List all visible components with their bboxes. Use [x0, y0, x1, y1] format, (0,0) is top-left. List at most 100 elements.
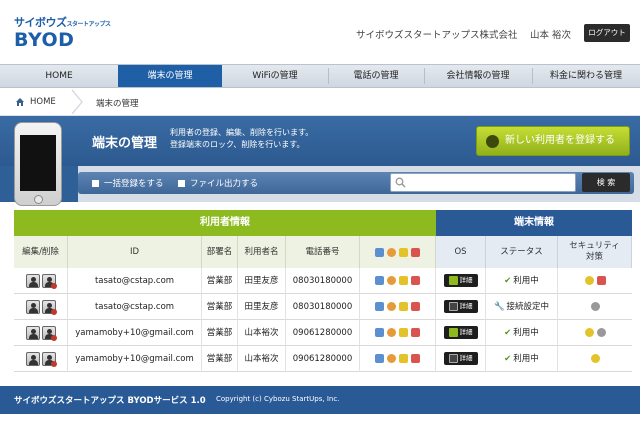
- security-status-icon: [584, 276, 594, 285]
- user-id-cell: yamamoby+10@gmail.com: [68, 320, 202, 346]
- nav-phone[interactable]: 電話の管理: [328, 65, 424, 87]
- check-icon: ✔: [504, 276, 512, 286]
- device-icon: [375, 302, 384, 311]
- logo-top-text: サイボウズ: [14, 16, 67, 29]
- delete-user-icon[interactable]: [41, 273, 57, 289]
- col-phone: 電話番号: [286, 236, 360, 268]
- edit-user-icon[interactable]: [25, 299, 40, 314]
- arrow-circle-icon: [486, 135, 499, 148]
- delete-user-icon[interactable]: [41, 351, 57, 367]
- main-nav: HOME 端末の管理 WiFiの管理 電話の管理 会社情報の管理 料金に関わる管…: [0, 64, 640, 88]
- bulk-register-label: 一括登録をする: [104, 179, 164, 189]
- android-icon: [448, 327, 458, 337]
- edit-delete-cell: [14, 294, 68, 320]
- delete-badge: [50, 308, 57, 315]
- breadcrumb-home[interactable]: HOME: [30, 97, 56, 107]
- register-user-button[interactable]: 新しい利用者を登録する: [476, 126, 630, 156]
- lock-icon: [399, 354, 408, 363]
- edit-delete-cell: [14, 346, 68, 372]
- apple-icon: [448, 301, 458, 311]
- header: サイボウズスタートアップス BYOD サイボウズスタートアップス株式会社 山本 …: [0, 0, 640, 64]
- wrench-icon: 🔧: [493, 302, 505, 312]
- edit-user-icon[interactable]: [25, 325, 40, 340]
- status-cell: ✔ 利用中: [486, 320, 558, 346]
- col-feature-icons: [360, 236, 436, 268]
- status-cell: ✔ 利用中: [486, 268, 558, 294]
- user-id-cell: tasato@cstap.com: [68, 294, 202, 320]
- security-status-icon: [590, 302, 600, 311]
- dept-cell: 営業部: [202, 294, 238, 320]
- search-input[interactable]: [390, 173, 576, 192]
- edit-user-icon[interactable]: [25, 351, 40, 366]
- os-detail-button[interactable]: 詳細: [443, 352, 478, 365]
- wifi-icon: [387, 276, 396, 285]
- device-icon: [375, 276, 384, 285]
- device-icon: [375, 247, 384, 257]
- nav-billing[interactable]: 料金に関わる管理: [532, 65, 640, 87]
- os-cell: 詳細: [436, 346, 486, 372]
- dept-cell: 営業部: [202, 320, 238, 346]
- footer: サイボウズスタートアップス BYODサービス 1.0 Copyright (c)…: [0, 386, 640, 414]
- user-name-cell: 山本裕次: [238, 346, 286, 372]
- device-icon: [375, 354, 384, 363]
- phone-number-cell: 09061280000: [286, 320, 360, 346]
- shield-icon: [411, 354, 420, 363]
- os-detail-button[interactable]: 詳細: [443, 274, 478, 287]
- table-row: tasato@cstap.com 営業部 田里友彦 08030180000 詳細 ✔ 利用中: [14, 268, 632, 294]
- shield-icon: [411, 247, 420, 257]
- os-detail-label: 詳細: [459, 276, 473, 284]
- home-icon: [16, 98, 24, 106]
- apple-icon: [448, 353, 458, 363]
- lock-icon: [399, 302, 408, 311]
- col-id: ID: [68, 236, 202, 268]
- page-description: 利用者の登録、編集、削除を行います。 登録端末のロック、削除を行います。: [170, 127, 313, 151]
- bulk-register-link[interactable]: 一括登録をする: [92, 177, 164, 189]
- table-row: tasato@cstap.com 営業部 田里友彦 08030180000 詳細 🔧 接続設…: [14, 294, 632, 320]
- feature-icons-cell: [360, 294, 436, 320]
- delete-user-icon[interactable]: [41, 325, 57, 341]
- lock-icon: [399, 247, 408, 257]
- col-dept: 部署名: [202, 236, 238, 268]
- nav-company[interactable]: 会社情報の管理: [424, 65, 532, 87]
- nav-home[interactable]: HOME: [0, 65, 118, 87]
- security-cell: [558, 346, 632, 372]
- search-icon: [395, 177, 406, 188]
- logo[interactable]: サイボウズスタートアップス BYOD: [14, 14, 111, 54]
- file-export-link[interactable]: ファイル出力する: [178, 177, 258, 189]
- nav-wifi[interactable]: WiFiの管理: [222, 65, 328, 87]
- status-cell: 🔧 接続設定中: [486, 294, 558, 320]
- search-button[interactable]: 検 索: [582, 173, 630, 192]
- group-user-info: 利用者情報: [14, 210, 436, 236]
- check-icon: ✔: [504, 328, 512, 338]
- feature-icons-cell: [360, 320, 436, 346]
- edit-delete-cell: [14, 320, 68, 346]
- security-status-icon: [590, 354, 600, 363]
- android-icon: [448, 275, 458, 285]
- group-device-info: 端末情報: [436, 210, 632, 236]
- user-name-cell: 山本裕次: [238, 320, 286, 346]
- breadcrumb: HOME 端末の管理: [0, 88, 640, 116]
- os-detail-label: 詳細: [459, 328, 473, 336]
- table-row: yamamoby+10@gmail.com 営業部 山本裕次 09061280000 詳…: [14, 346, 632, 372]
- security-cell: [558, 294, 632, 320]
- nav-device[interactable]: 端末の管理: [118, 65, 222, 87]
- status-text: 利用中: [513, 276, 539, 286]
- security-status-icon: [596, 276, 606, 285]
- logout-button[interactable]: ログアウト: [584, 24, 630, 42]
- shield-icon: [411, 328, 420, 337]
- os-detail-button[interactable]: 詳細: [443, 326, 478, 339]
- security-status-icon: [596, 328, 606, 337]
- register-user-label: 新しい利用者を登録する: [505, 135, 615, 146]
- edit-user-icon[interactable]: [25, 273, 40, 288]
- os-detail-button[interactable]: 詳細: [443, 300, 478, 313]
- delete-user-icon[interactable]: [41, 299, 57, 315]
- phone-screen: [20, 135, 56, 191]
- logo-bottom: BYOD: [14, 29, 75, 51]
- footer-copyright: Copyright (c) Cybozu StartUps, Inc.: [216, 395, 340, 403]
- footer-service-name: サイボウズスタートアップス BYODサービス 1.0: [14, 396, 206, 406]
- status-text: 利用中: [513, 328, 539, 338]
- security-cell: [558, 268, 632, 294]
- delete-badge: [50, 334, 57, 341]
- os-detail-label: 詳細: [459, 302, 473, 310]
- logo-top-small: スタートアップス: [66, 21, 112, 28]
